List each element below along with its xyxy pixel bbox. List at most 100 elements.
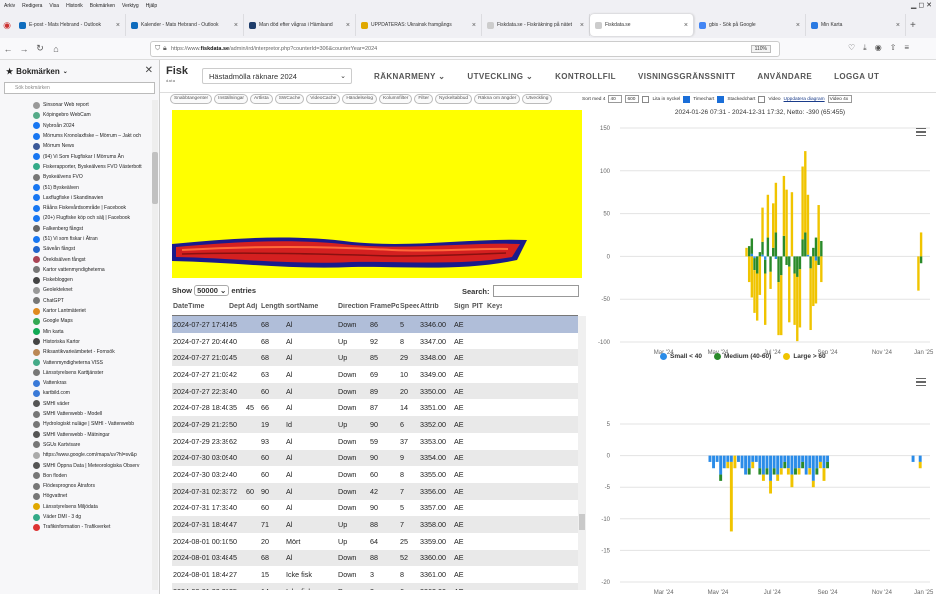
checkbox-lita-in[interactable]	[642, 95, 650, 103]
table-search-input[interactable]	[493, 285, 579, 297]
chart-bar[interactable]	[708, 455, 712, 462]
menu-view[interactable]: Visa	[49, 3, 59, 9]
bookmark-item[interactable]: (20+) Flugfiske köp och sälj | Facebook	[0, 213, 152, 223]
table-row[interactable]: 2024-07-27 21:02 45 68 Al Up 85 29 3348.00 AE	[172, 349, 578, 367]
bookmark-item[interactable]: Fiskebloggen	[0, 275, 152, 285]
chart-bar[interactable]	[797, 468, 801, 475]
chart-bar[interactable]	[918, 455, 922, 462]
chart-bar[interactable]	[826, 455, 830, 462]
chart-bar[interactable]	[804, 455, 808, 475]
new-tab-icon[interactable]: +	[910, 20, 916, 31]
chart-bar[interactable]	[812, 256, 815, 307]
menu-raknarmeny[interactable]: RÄKNARMENY ⌄	[374, 72, 445, 81]
fiskdata-logo[interactable]: Fisk data	[166, 66, 188, 85]
chart-bar[interactable]	[750, 256, 754, 298]
menu-bookmarks[interactable]: Bokmärken	[90, 3, 115, 9]
table-row[interactable]: 2024-08-01 03:48 45 68 Al Down 88 52 3360.00 AE	[172, 549, 578, 567]
table-row[interactable]: 2024-07-27 17:41 45 68 Al Down 86 5 3346.00 AE	[172, 316, 578, 333]
chart-bar[interactable]	[769, 455, 773, 481]
menu-logga-ut[interactable]: LOGGA UT	[834, 72, 879, 81]
tool-button[interactable]: Kolumnfilter	[379, 94, 413, 104]
legend-large[interactable]: Large > 60	[783, 353, 826, 360]
chart-bar[interactable]	[758, 468, 762, 475]
chart-bar[interactable]	[761, 254, 764, 257]
column-header[interactable]: PIT	[471, 303, 486, 315]
tool-button[interactable]: Artlista	[250, 94, 273, 104]
tab-outlook-calendar[interactable]: Kalender - Mats Hebrand - Outlook ×	[126, 14, 244, 36]
table-row[interactable]: 2024-07-31 02:33 72 60 90 Al Down 42 7 3356.00 AE	[172, 482, 578, 500]
column-header[interactable]: Depth	[228, 303, 245, 315]
forward-icon[interactable]: →	[16, 44, 32, 54]
menu-visningsgranssnitt[interactable]: VISNINGSGRÄNSSNITT	[638, 72, 735, 81]
sort-to-input[interactable]: 600	[625, 95, 640, 103]
chart-bar[interactable]	[793, 256, 796, 274]
tab-news-1[interactable]: Man död efter vågras i Hämlsand ×	[244, 14, 356, 36]
chart-bar[interactable]	[797, 455, 801, 469]
chart-bar[interactable]	[794, 455, 797, 469]
close-icon[interactable]: ×	[346, 22, 350, 29]
chart-bar[interactable]	[822, 468, 826, 481]
bookmark-item[interactable]: Kartor vattenmyndigheterna	[0, 265, 152, 275]
bookmark-item[interactable]: Flödesprognos Ätrafors	[0, 481, 152, 491]
chart-bar[interactable]	[747, 468, 751, 475]
chart-bar[interactable]	[755, 256, 759, 274]
chart-bar[interactable]	[766, 237, 770, 257]
chart-bar[interactable]	[782, 175, 786, 236]
tool-button[interactable]: Utveckling	[522, 94, 553, 104]
tab-min-karta[interactable]: Min Karta ×	[806, 14, 906, 36]
bookmark-item[interactable]: Geolekteknet	[0, 285, 152, 295]
chart-bar[interactable]	[786, 455, 790, 469]
column-header[interactable]: DateTime	[172, 303, 228, 315]
chart-bar[interactable]	[750, 238, 754, 254]
chart-bar[interactable]	[740, 455, 744, 469]
url-bar[interactable]: ⛉ 🔒︎ https://www. fiskdata.se/admin/ird/i…	[150, 41, 780, 57]
bookmark-item[interactable]: Sinsonar Web report	[0, 100, 152, 110]
bookmark-item[interactable]: Mörrum News	[0, 141, 152, 151]
close-icon[interactable]: ×	[796, 22, 800, 29]
bookmark-item[interactable]: Mörrums Kronolaxfiske – Mörrum – Jakt oc…	[0, 131, 152, 141]
chart-bar[interactable]	[782, 235, 786, 257]
chart-bar[interactable]	[769, 256, 772, 272]
chart-bar[interactable]	[801, 461, 805, 469]
zoom-level[interactable]: 110%	[750, 45, 771, 53]
bookmark-item[interactable]: Fiskerapporter, Byskeälvens FVO Västerbo…	[0, 162, 152, 172]
table-row[interactable]: 2024-07-28 18:40 35 45 66 Al Down 87 14 3351.00 A…	[172, 399, 578, 416]
table-row[interactable]: 2024-07-29 23:39 62 93 Al Down 59 37 3353.00 AE	[172, 433, 578, 450]
chart-bar[interactable]	[751, 461, 755, 469]
chart-bar[interactable]	[790, 474, 794, 488]
table-row[interactable]: 2024-07-29 21:23 50 19 Id Up 90 6 3352.00 AE	[172, 416, 578, 433]
chart-menu-icon[interactable]	[916, 378, 926, 386]
chart-bar[interactable]	[808, 468, 812, 475]
chart-bar[interactable]	[765, 468, 769, 475]
bookmark-item[interactable]: (51) Vi som fiskar i Ätran	[0, 234, 152, 244]
chart-bar[interactable]	[801, 166, 804, 240]
chart-bar[interactable]	[758, 455, 762, 469]
chart-bar[interactable]	[801, 239, 804, 257]
chart-bar[interactable]	[806, 194, 810, 255]
column-header[interactable]: Sign	[453, 303, 471, 315]
menu-help[interactable]: Hjälp	[146, 3, 157, 9]
chart-bar[interactable]	[726, 461, 730, 469]
chart-bar[interactable]	[796, 256, 799, 277]
chart-bar[interactable]	[726, 455, 730, 462]
legend-medium[interactable]: Medium (40-60)	[713, 353, 771, 360]
chart-bar[interactable]	[826, 461, 830, 469]
close-icon[interactable]: ×	[472, 22, 476, 29]
chart-bar[interactable]	[788, 266, 791, 323]
bookmark-item[interactable]: Min karta	[0, 327, 152, 337]
chart-bar[interactable]	[918, 461, 922, 469]
tab-news-2[interactable]: UPPDATERAS: Ukrainsk framgångs ×	[356, 14, 482, 36]
tool-button[interactable]: Räkna om ängder	[474, 94, 521, 104]
table-row[interactable]: 2024-08-01 20:3825 14Icke fiskDown363362.…	[172, 583, 578, 590]
bookmark-item[interactable]: SMHI väder	[0, 399, 152, 409]
chart-bar[interactable]	[818, 461, 822, 469]
bookmark-item[interactable]: Bon floden	[0, 471, 152, 481]
chart-bar[interactable]	[812, 247, 815, 257]
chart-bar[interactable]	[747, 455, 751, 469]
menu-history[interactable]: Historik	[66, 3, 83, 9]
chart-bar[interactable]	[811, 480, 815, 488]
bookmark-item[interactable]: Säveån fångst	[0, 244, 152, 254]
chart-bar[interactable]	[817, 256, 820, 265]
table-row[interactable]: 2024-07-27 22:33 40 60 Al Down 89 20 3350.00 AE	[172, 382, 578, 400]
chart-bar[interactable]	[719, 455, 723, 475]
